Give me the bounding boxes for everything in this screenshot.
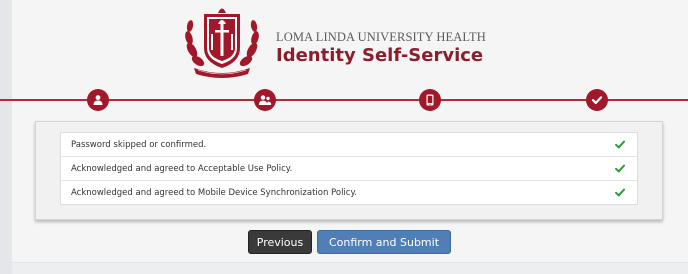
check-icon	[615, 140, 625, 149]
check-icon	[591, 96, 603, 105]
confirmation-text: Password skipped or confirmed.	[71, 139, 207, 150]
step-confirm	[586, 89, 608, 111]
step-mobile-device	[419, 89, 441, 111]
organization-name: LOMA LINDA UNIVERSITY HEALTH	[276, 30, 486, 44]
user-icon	[93, 95, 103, 105]
header: LOMA LINDA UNIVERSITY HEALTH Identity Se…	[180, 4, 560, 82]
brand-block: LOMA LINDA UNIVERSITY HEALTH Identity Se…	[276, 30, 486, 67]
confirm-and-submit-button[interactable]: Confirm and Submit	[317, 230, 451, 254]
university-seal-logo	[180, 4, 264, 82]
check-icon	[615, 164, 625, 173]
list-item: Password skipped or confirmed.	[61, 133, 637, 156]
confirmation-text: Acknowledged and agreed to Mobile Device…	[71, 187, 357, 198]
confirmation-list: Password skipped or confirmed. Acknowled…	[60, 132, 638, 205]
users-icon	[258, 95, 272, 105]
mobile-device-icon	[426, 94, 434, 106]
list-item: Acknowledged and agreed to Acceptable Us…	[61, 156, 637, 180]
confirmation-text: Acknowledged and agreed to Acceptable Us…	[71, 163, 293, 174]
list-item: Acknowledged and agreed to Mobile Device…	[61, 180, 637, 204]
footer-strip	[12, 262, 688, 274]
check-icon	[615, 188, 625, 197]
application-title: Identity Self-Service	[276, 45, 484, 66]
previous-button[interactable]: Previous	[248, 230, 312, 254]
step-password	[87, 89, 109, 111]
step-acceptable-use	[254, 89, 276, 111]
confirmation-card: Password skipped or confirmed. Acknowled…	[35, 121, 663, 220]
